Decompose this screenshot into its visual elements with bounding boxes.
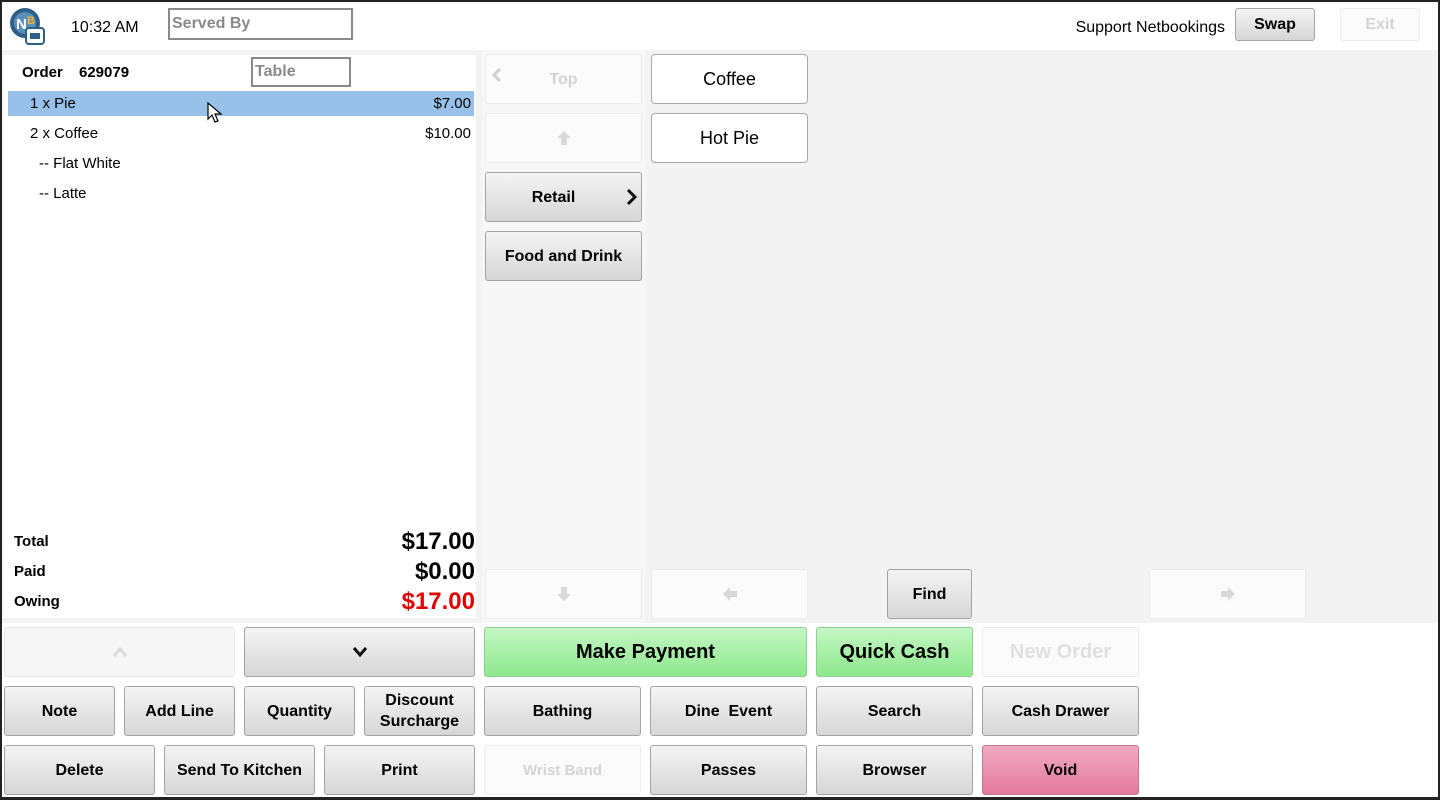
order-label: Order (22, 64, 63, 81)
table-input[interactable] (251, 57, 351, 87)
quantity-button[interactable]: Quantity (244, 686, 355, 736)
mouse-pointer-icon (207, 101, 223, 124)
exit-button[interactable]: Exit (1340, 8, 1420, 41)
order-line-text: -- Latte (39, 185, 87, 202)
note-button[interactable]: Note (4, 686, 115, 736)
order-line-amount: $7.00 (433, 95, 471, 112)
browser-button[interactable]: Browser (816, 745, 973, 795)
search-button[interactable]: Search (816, 686, 973, 736)
add-line-button[interactable]: Add Line (124, 686, 235, 736)
category-retail-button[interactable]: Retail (485, 172, 642, 222)
nb-pos-logo: N B (8, 6, 46, 46)
delete-button[interactable]: Delete (4, 745, 155, 795)
passes-button[interactable]: Passes (650, 745, 807, 795)
scroll-up-category-button[interactable] (485, 113, 642, 163)
wrist-band-button[interactable]: Wrist Band (484, 745, 641, 795)
product-hot-pie-button[interactable]: Hot Pie (651, 113, 808, 163)
category-label: Retail (531, 188, 576, 206)
swap-button[interactable]: Swap (1235, 8, 1315, 41)
order-line[interactable]: 1 x Pie $7.00 (8, 91, 474, 116)
arrow-left-icon (722, 587, 737, 601)
total-label: Total (14, 533, 49, 550)
owing-label: Owing (14, 593, 60, 610)
product-prev-page-button[interactable] (651, 569, 808, 619)
void-button[interactable]: Void (982, 745, 1139, 795)
scroll-order-down-button[interactable] (244, 627, 475, 677)
order-line-modifier[interactable]: -- Latte (8, 181, 474, 206)
send-to-kitchen-button[interactable]: Send To Kitchen (164, 745, 315, 795)
top-category-button[interactable]: Top (485, 54, 642, 104)
product-coffee-button[interactable]: Coffee (651, 54, 808, 104)
new-order-button[interactable]: New Order (982, 627, 1139, 677)
order-line-text: 2 x Coffee (30, 125, 99, 142)
cash-drawer-button[interactable]: Cash Drawer (982, 686, 1139, 736)
chevron-down-icon (352, 647, 367, 658)
arrow-up-icon (556, 131, 571, 145)
order-line-amount: $10.00 (425, 125, 471, 142)
surcharge-label: Surcharge (379, 713, 460, 730)
total-value: $17.00 (401, 528, 475, 555)
order-line[interactable]: 2 x Coffee $10.00 (8, 121, 474, 146)
served-by-input[interactable] (168, 8, 353, 40)
scroll-down-category-button[interactable] (485, 569, 642, 619)
product-next-page-button[interactable] (1149, 569, 1306, 619)
order-line-text: 1 x Pie (30, 95, 76, 112)
chevron-left-icon (490, 66, 504, 90)
quick-cash-button[interactable]: Quick Cash (816, 627, 973, 677)
scroll-order-up-button[interactable] (4, 627, 235, 677)
chevron-up-icon (112, 646, 127, 657)
order-line-modifier[interactable]: -- Flat White (8, 151, 474, 176)
find-button[interactable]: Find (887, 569, 972, 619)
svg-text:B: B (27, 15, 35, 27)
bathing-button[interactable]: Bathing (484, 686, 641, 736)
dine-event-button[interactable]: Dine Event (650, 686, 807, 736)
owing-value: $17.00 (401, 588, 475, 615)
user-name: Support Netbookings (1075, 19, 1225, 36)
order-line-text: -- Flat White (39, 155, 121, 172)
order-number: 629079 (79, 64, 130, 81)
paid-label: Paid (14, 563, 46, 580)
clock-time: 10:32 AM (71, 19, 139, 36)
category-food-and-drink-button[interactable]: Food and Drink (485, 231, 642, 281)
paid-value: $0.00 (414, 558, 475, 585)
top-category-label: Top (549, 70, 578, 88)
discount-label: Discount (385, 692, 454, 709)
chevron-right-icon (624, 188, 638, 212)
make-payment-button[interactable]: Make Payment (484, 627, 807, 677)
arrow-right-icon (1220, 587, 1235, 601)
print-button[interactable]: Print (324, 745, 475, 795)
discount-surcharge-button[interactable]: Discount Surcharge (364, 686, 475, 736)
arrow-down-icon (556, 587, 571, 601)
